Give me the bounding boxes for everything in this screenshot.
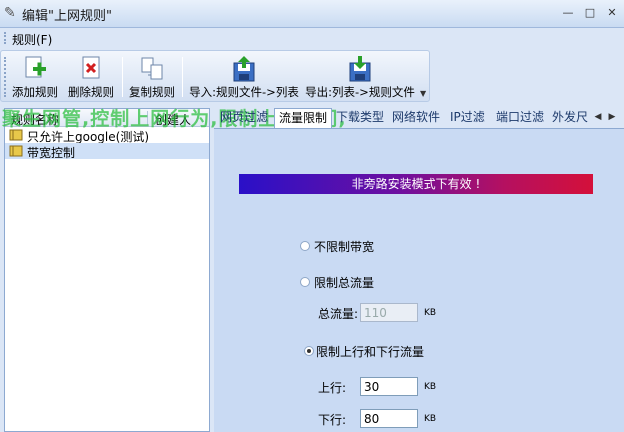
menu-rules[interactable]: 规则(F) (12, 31, 52, 48)
tab-traffic-limit[interactable]: 流量限制 (274, 108, 333, 129)
window-title: 编辑"上网规则" (22, 9, 112, 24)
add-rule-label: 添加规则 (12, 85, 58, 99)
toolbar: 添加规则 删除规则 复制规则 导入:规则文件->列表 导出:列表->规则文件 ▼ (0, 50, 430, 102)
delete-rule-icon (82, 56, 100, 79)
copy-rule-button[interactable]: 复制规则 (127, 53, 177, 101)
restore-button[interactable]: □ (582, 6, 598, 20)
export-rules-label: 导出:列表->规则文件 (305, 85, 415, 99)
add-rule-button[interactable]: 添加规则 (11, 53, 59, 101)
mode-warning-banner: 非旁路安装模式下有效 ! (239, 174, 593, 194)
traffic-limit-panel: 非旁路安装模式下有效 ! 不限制带宽 限制总流量 总流量: KB 限制上行和下行… (214, 128, 624, 432)
rule-name: 带宽控制 (27, 146, 76, 160)
label-unlimited[interactable]: 不限制带宽 (314, 238, 374, 255)
delete-rule-label: 删除规则 (68, 85, 114, 99)
radio-up-down-limit[interactable] (304, 346, 314, 356)
tab-port-filter[interactable]: 端口过滤 (492, 108, 548, 128)
total-unit: KB (424, 308, 437, 318)
tab-web-filter[interactable]: 网页过滤 (216, 108, 272, 128)
downstream-input[interactable] (360, 409, 418, 428)
radio-total-limit[interactable] (300, 277, 310, 287)
toolbar-overflow-icon[interactable]: ▼ (420, 89, 426, 98)
list-item[interactable]: 带宽控制 (5, 143, 209, 160)
tab-scroll-right-icon[interactable]: ▶ (606, 110, 618, 124)
menu-grip (4, 32, 7, 44)
close-button[interactable]: ✕ (604, 6, 620, 20)
title-bar: ✎ 编辑"上网规则" — □ ✕ (0, 0, 624, 28)
radio-unlimited[interactable] (300, 241, 310, 251)
tab-download-type[interactable]: 下载类型 (332, 108, 388, 128)
import-rules-button[interactable]: 导入:规则文件->列表 (187, 53, 301, 101)
rule-book-icon (9, 145, 23, 157)
tab-outgoing-size[interactable]: 外发尺 (548, 108, 592, 128)
upstream-input[interactable] (360, 377, 418, 396)
export-rules-button[interactable]: 导出:列表->规则文件 (303, 53, 417, 101)
label-total-limit[interactable]: 限制总流量 (314, 274, 374, 291)
up-label: 上行: (318, 381, 347, 395)
toolbar-grip[interactable] (4, 57, 7, 97)
add-rule-icon (25, 56, 46, 78)
export-disk-icon (349, 56, 371, 82)
menu-bar: 规则(F) (0, 28, 624, 48)
tab-ip-filter[interactable]: IP过滤 (446, 108, 489, 128)
edit-pen-icon: ✎ (4, 5, 16, 21)
import-rules-label: 导入:规则文件->列表 (189, 85, 299, 99)
toolbar-separator (182, 57, 183, 97)
rule-list: 规则名称 创建人 只允许上google(测试) 带宽控制 (4, 108, 210, 432)
minimize-button[interactable]: — (560, 6, 576, 20)
label-up-down-limit[interactable]: 限制上行和下行流量 (316, 343, 424, 360)
tab-network-software[interactable]: 网络软件 (388, 108, 444, 128)
down-label: 下行: (318, 413, 347, 427)
tab-scroll-left-icon[interactable]: ◀ (592, 110, 604, 124)
copy-rule-icon (141, 57, 163, 80)
total-label: 总流量: (318, 307, 359, 321)
up-unit: KB (424, 382, 437, 392)
tab-strip: 网页过滤 流量限制 下载类型 网络软件 IP过滤 端口过滤 外发尺 ◀ ▶ (214, 108, 624, 129)
delete-rule-button[interactable]: 删除规则 (65, 53, 117, 101)
toolbar-separator (122, 57, 123, 97)
copy-rule-label: 复制规则 (129, 85, 175, 99)
import-disk-icon (233, 56, 255, 82)
down-unit: KB (424, 414, 437, 424)
total-traffic-input[interactable] (360, 303, 418, 322)
